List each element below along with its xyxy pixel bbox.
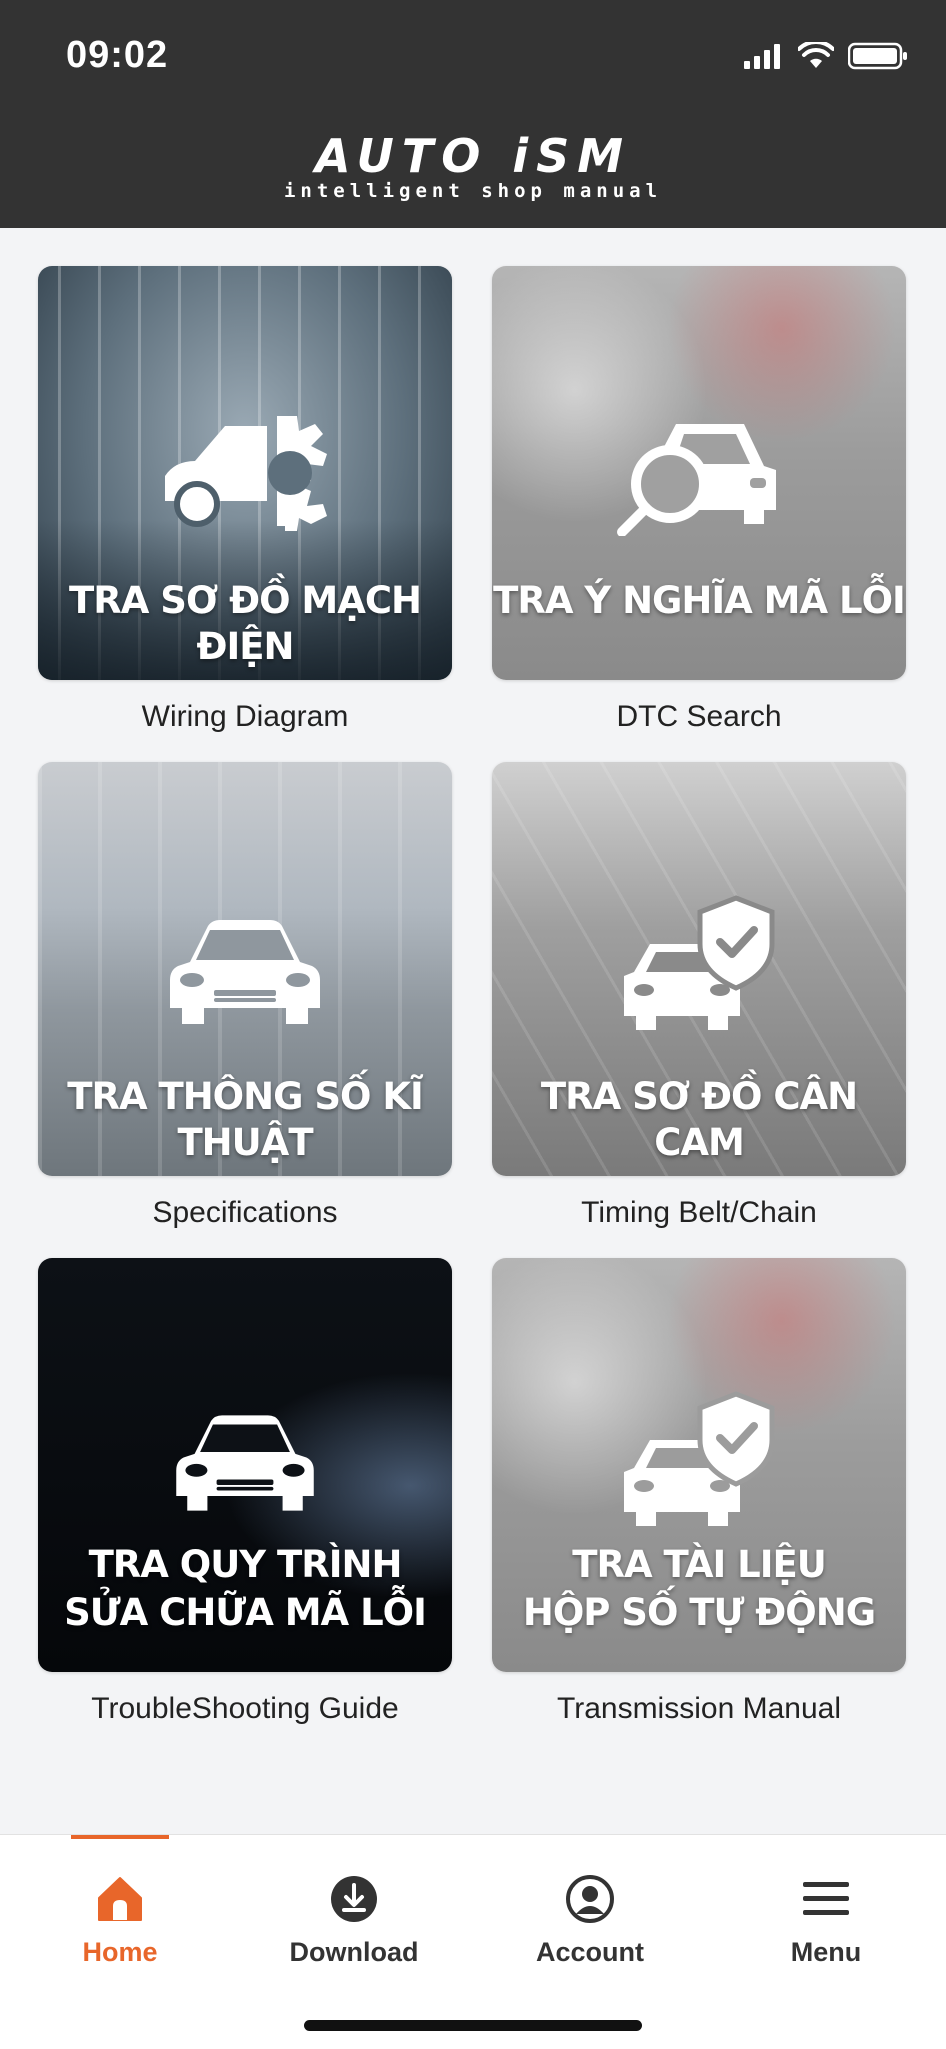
- nav-menu[interactable]: Menu: [708, 1855, 944, 1968]
- card-title-line1: TRA TÀI LIỆU: [572, 1543, 827, 1586]
- card-timing-belt[interactable]: TRA SƠ ĐỒ CÂN CAM: [492, 762, 906, 1176]
- card-wiring-diagram[interactable]: TRA SƠ ĐỒ MẠCH ĐIỆN: [38, 266, 452, 680]
- bottom-nav: Home Download Account Menu: [0, 1834, 946, 2049]
- status-time: 09:02: [66, 34, 169, 76]
- card-caption-dtc[interactable]: DTC Search: [492, 700, 906, 734]
- home-icon: [2, 1869, 238, 1929]
- nav-account-label: Account: [536, 1937, 644, 1967]
- app-header: 09:02 AUTO iSM intelligent shop manual: [0, 0, 946, 228]
- nav-home[interactable]: Home: [2, 1855, 238, 1968]
- card-caption-wiring[interactable]: Wiring Diagram: [38, 700, 452, 734]
- car-search-icon: [492, 406, 906, 541]
- menu-icon: [708, 1869, 944, 1929]
- card-dtc-search[interactable]: TRA Ý NGHĨA MÃ LỖI: [492, 266, 906, 680]
- logo-brand: AUTO iSM: [314, 129, 632, 183]
- active-tab-indicator: [71, 1835, 169, 1839]
- card-troubleshooting[interactable]: TRA QUY TRÌNH SỬA CHỮA MÃ LỖI: [38, 1258, 452, 1672]
- status-icons: [744, 42, 908, 70]
- signal-icon: [744, 44, 780, 69]
- wifi-icon: [798, 42, 834, 68]
- download-icon: [236, 1869, 472, 1929]
- card-caption-specifications[interactable]: Specifications: [38, 1196, 452, 1230]
- card-title: TRA SƠ ĐỒ MẠCH ĐIỆN: [68, 579, 422, 668]
- home-indicator: [304, 2020, 642, 2031]
- card-title: TRA THÔNG SỐ KĨ THUẬT: [67, 1075, 424, 1164]
- nav-download-label: Download: [289, 1937, 419, 1967]
- app-logo: AUTO iSM intelligent shop manual: [0, 129, 946, 202]
- card-title-line2: HỘP SỐ TỰ ĐỘNG: [522, 1591, 876, 1634]
- card-title-line1: TRA QUY TRÌNH: [88, 1543, 403, 1586]
- account-icon: [472, 1869, 708, 1929]
- nav-account[interactable]: Account: [472, 1855, 708, 1968]
- card-caption-transmission[interactable]: Transmission Manual: [492, 1692, 906, 1726]
- card-title: TRA Ý NGHĨA MÃ LỖI: [493, 579, 906, 622]
- car-shield-icon: [492, 892, 906, 1047]
- logo-tagline: intelligent shop manual: [283, 180, 663, 202]
- card-transmission-manual[interactable]: TRA TÀI LIỆU HỘP SỐ TỰ ĐỘNG: [492, 1258, 906, 1672]
- card-title: TRA SƠ ĐỒ CÂN CAM: [540, 1075, 858, 1164]
- nav-home-label: Home: [82, 1937, 158, 1967]
- card-caption-timing[interactable]: Timing Belt/Chain: [492, 1196, 906, 1230]
- battery-icon: [848, 42, 907, 70]
- card-title-line2: SỬA CHỮA MÃ LỖI: [64, 1591, 427, 1634]
- car-front-icon: [38, 1408, 452, 1523]
- car-gear-icon: [38, 406, 452, 541]
- card-specifications[interactable]: TRA THÔNG SỐ KĨ THUẬT: [38, 762, 452, 1176]
- nav-download[interactable]: Download: [236, 1855, 472, 1968]
- nav-menu-label: Menu: [790, 1937, 862, 1967]
- card-caption-troubleshooting[interactable]: TroubleShooting Guide: [38, 1692, 452, 1726]
- car-shield-icon: [492, 1388, 906, 1543]
- car-front-icon: [38, 912, 452, 1037]
